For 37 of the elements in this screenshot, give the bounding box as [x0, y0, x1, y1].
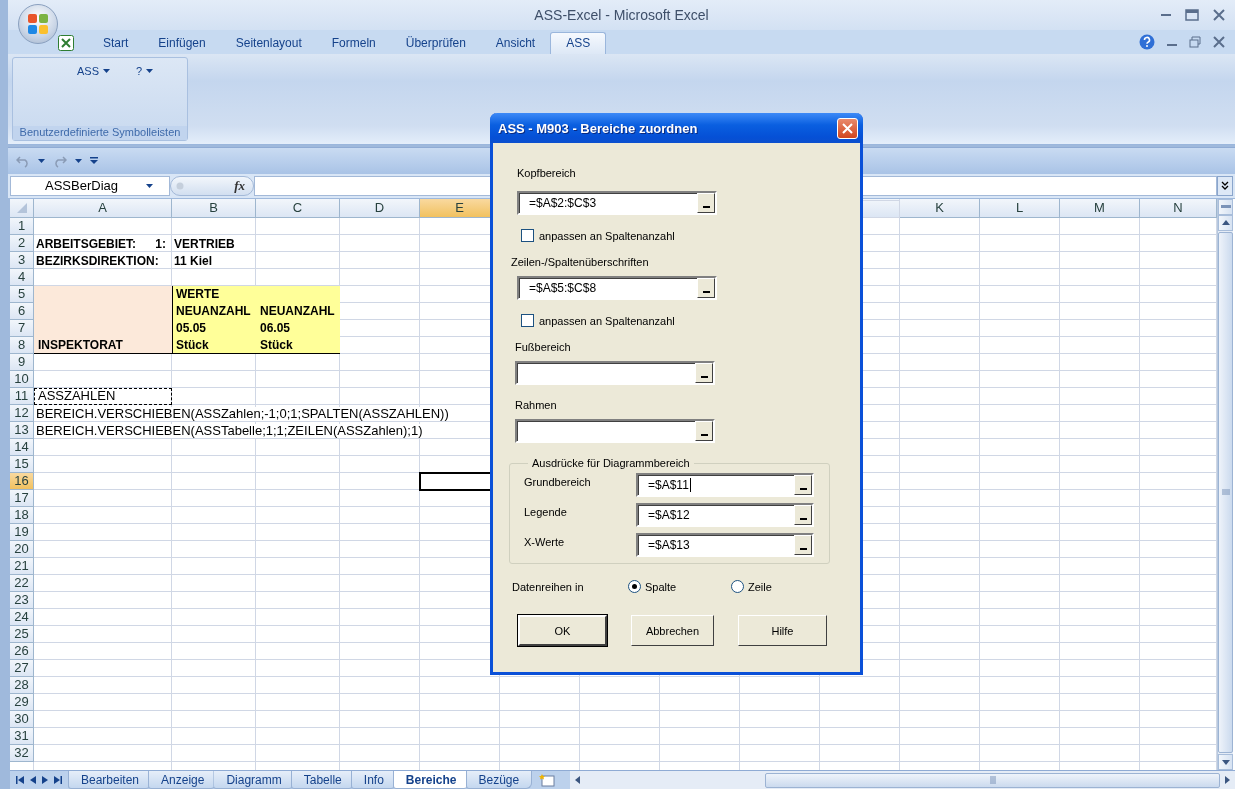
field-label: X-Werte — [524, 535, 566, 548]
dialog-title: ASS - M903 - Bereiche zuordnen — [498, 120, 698, 136]
field-value: =$A$11 — [648, 478, 689, 492]
cell-text: BEREICH.VERSCHIEBEN(ASSZahlen;-1;0;1;SPALTEN(ASSZAHLEN)) — [36, 406, 449, 421]
name-box-value: ASSBerDiag — [45, 178, 118, 194]
cell-text: 11 Kiel — [174, 253, 213, 268]
field-value: =$A$13 — [648, 538, 690, 552]
field-label: Legende — [524, 505, 568, 518]
cell-text: Stück — [260, 337, 293, 352]
cell-text: VERTRIEB — [174, 236, 235, 251]
cell-text: WERTE — [176, 286, 220, 301]
field-label: Grundbereich — [524, 475, 592, 488]
field-value: =$A$5:$C$8 — [529, 281, 597, 295]
radio-label: Zeile — [748, 580, 772, 593]
field-value: =$A$12 — [648, 508, 690, 522]
cell-text: 06.05 — [260, 320, 291, 335]
group-label: Benutzerdefinierte Symbolleisten — [13, 125, 187, 140]
radio-label: Spalte — [645, 580, 677, 593]
cell-text: Stück — [176, 337, 209, 352]
field-label: Zeilen-/Spaltenüberschriften — [511, 256, 649, 268]
group-title: Ausdrücke für Diagrammbereich — [531, 457, 691, 469]
field-value: =$A$2:$C$3 — [529, 196, 597, 210]
cell-text: NEUANZAHL — [260, 303, 335, 318]
cell-text: ASSZAHLEN — [38, 388, 116, 403]
checkbox-label: anpassen an Spaltenanzahl — [539, 314, 675, 327]
radio-group-label: Datenreihen in — [512, 580, 585, 593]
window-title: ASS-Excel - Microsoft Excel — [534, 6, 709, 23]
checkbox-label: anpassen an Spaltenanzahl — [539, 229, 675, 242]
field-label: Fußbereich — [515, 341, 571, 353]
cell-text: ARBEITSGEBIET: — [36, 236, 136, 251]
field-label: Rahmen — [515, 399, 557, 411]
cell-text: 05.05 — [176, 320, 207, 335]
cell-text: BEZIRKSDIREKTION: — [36, 253, 159, 268]
cell-text: INSPEKTORAT — [38, 337, 123, 352]
cell-text: BEREICH.VERSCHIEBEN(ASSTabelle;1;1;ZEILEN(ASSZahlen);1) — [36, 423, 423, 438]
field-label: Kopfbereich — [517, 167, 576, 179]
cell-text: NEUANZAHL — [176, 303, 251, 318]
